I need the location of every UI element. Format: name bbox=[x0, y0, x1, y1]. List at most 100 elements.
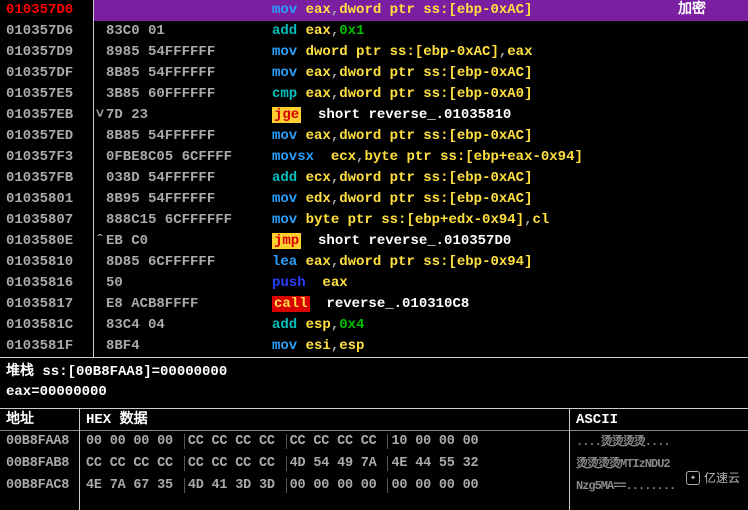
address-cell: 01035817 bbox=[0, 294, 94, 315]
address-cell: 010357D0 bbox=[0, 0, 94, 21]
instruction-cell: mov eax,dword ptr ss:[ebp-0xAC] bbox=[270, 126, 672, 147]
flow-arrow-icon bbox=[94, 168, 106, 189]
disasm-row[interactable]: 010357D6 83C0 01add eax,0x1 bbox=[0, 21, 748, 42]
operand-sp: , bbox=[499, 44, 507, 60]
bytes-cell: 0FBE8C05 6CFFFF bbox=[106, 147, 270, 168]
operand-sp bbox=[310, 107, 318, 123]
operand-reg: eax bbox=[306, 2, 331, 18]
operand-reg: esp bbox=[339, 338, 364, 354]
flow-arrow-icon bbox=[94, 189, 106, 210]
mnemonic: cmp bbox=[272, 86, 297, 102]
mnemonic: add bbox=[272, 23, 297, 39]
operand-lbl: reverse_.010310C8 bbox=[326, 296, 469, 312]
operand-reg: eax bbox=[306, 65, 331, 81]
operand-reg: edx bbox=[306, 191, 331, 207]
mnemonic: mov bbox=[272, 128, 297, 144]
operand-imm: 0x1 bbox=[339, 23, 364, 39]
stack-pane[interactable]: 堆栈 ss:[00B8FAA8]=00000000 eax=00000000 bbox=[0, 358, 748, 408]
mnemonic: jmp bbox=[272, 233, 301, 249]
memory-dump-pane[interactable]: 地址 00B8FAA800B8FAB800B8FAC8 HEX 数据 00 00… bbox=[0, 408, 748, 510]
dump-ascii-column: ASCII ....烫烫烫烫....烫烫烫烫MTIzNDU2Nzg5MA==..… bbox=[570, 409, 748, 510]
dump-header-ascii: ASCII bbox=[570, 409, 748, 431]
instruction-cell: mov eax,dword ptr ss:[ebp-0xAC] bbox=[270, 63, 672, 84]
disasm-row[interactable]: 01035817 E8 ACB8FFFFcall reverse_.010310… bbox=[0, 294, 748, 315]
operand-mem: byte ptr ss:[ebp+edx-0x94] bbox=[306, 212, 524, 228]
dump-header-hex: HEX 数据 bbox=[80, 409, 569, 431]
operand-reg: ecx bbox=[331, 149, 356, 165]
operand-mem: dword ptr ss:[ebp-0xAC] bbox=[339, 65, 532, 81]
annotation-cell bbox=[672, 84, 748, 105]
instruction-cell: cmp eax,dword ptr ss:[ebp-0xA0] bbox=[270, 84, 672, 105]
dump-address-column: 地址 00B8FAA800B8FAB800B8FAC8 bbox=[0, 409, 80, 510]
dump-address: 00B8FAB8 bbox=[0, 453, 79, 475]
annotation-cell bbox=[672, 147, 748, 168]
disasm-row[interactable]: 010357FB 038D 54FFFFFFadd ecx,dword ptr … bbox=[0, 168, 748, 189]
mnemonic: jge bbox=[272, 107, 301, 123]
bytes-cell: 3B85 60FFFFFF bbox=[106, 84, 270, 105]
flow-arrow-icon bbox=[94, 252, 106, 273]
disasm-row[interactable]: 010357F3 0FBE8C05 6CFFFFmovsx ecx,byte p… bbox=[0, 147, 748, 168]
address-cell: 010357F3 bbox=[0, 147, 94, 168]
disasm-row[interactable]: 01035807 888C15 6CFFFFFFmov byte ptr ss:… bbox=[0, 210, 748, 231]
annotation-cell bbox=[672, 252, 748, 273]
bytes-cell: E8 ACB8FFFF bbox=[106, 294, 270, 315]
flow-arrow-icon bbox=[94, 126, 106, 147]
operand-reg: eax bbox=[306, 86, 331, 102]
operand-mem: dword ptr ss:[ebp-0xAC] bbox=[339, 128, 532, 144]
stack-line: eax=00000000 bbox=[6, 382, 742, 402]
address-cell: 0103580E bbox=[0, 231, 94, 252]
operand-mem: dword ptr ss:[ebp-0x94] bbox=[339, 254, 532, 270]
disasm-row[interactable]: 0103581C 83C4 04add esp,0x4 bbox=[0, 315, 748, 336]
operand-mem: dword ptr ss:[ebp-0xAC] bbox=[339, 191, 532, 207]
flow-arrow-icon bbox=[94, 315, 106, 336]
bytes-cell: 8D85 6CFFFFFF bbox=[106, 252, 270, 273]
dump-address: 00B8FAC8 bbox=[0, 475, 79, 497]
operand-sp: , bbox=[331, 128, 339, 144]
bytes-cell: 83C4 04 bbox=[106, 315, 270, 336]
flow-arrow-icon bbox=[94, 63, 106, 84]
address-cell: 01035816 bbox=[0, 273, 94, 294]
disassembly-pane[interactable]: 010357D0 8B85 54FFFFFFmov eax,dword ptr … bbox=[0, 0, 748, 357]
annotation-cell bbox=[672, 315, 748, 336]
bytes-cell: 038D 54FFFFFF bbox=[106, 168, 270, 189]
address-cell: 0103581F bbox=[0, 336, 94, 357]
dump-hex-column: HEX 数据 00 00 00 00 CC CC CC CC CC CC CC … bbox=[80, 409, 570, 510]
mnemonic: mov bbox=[272, 191, 297, 207]
operand-reg: ecx bbox=[306, 170, 331, 186]
disasm-row[interactable]: 010357EB˅7D 23jge short reverse_.0103581… bbox=[0, 105, 748, 126]
address-cell: 01035810 bbox=[0, 252, 94, 273]
annotation-cell bbox=[672, 294, 748, 315]
instruction-cell: mov dword ptr ss:[ebp-0xAC],eax bbox=[270, 42, 672, 63]
mnemonic: add bbox=[272, 317, 297, 333]
instruction-cell: jge short reverse_.01035810 bbox=[270, 105, 672, 126]
operand-reg: esp bbox=[306, 317, 331, 333]
disasm-row[interactable]: 010357D9 8985 54FFFFFFmov dword ptr ss:[… bbox=[0, 42, 748, 63]
annotation-cell bbox=[672, 126, 748, 147]
disasm-row[interactable]: 01035801 8B95 54FFFFFFmov edx,dword ptr … bbox=[0, 189, 748, 210]
disasm-row[interactable]: 01035810 8D85 6CFFFFFFlea eax,dword ptr … bbox=[0, 252, 748, 273]
disasm-row[interactable]: 0103581F 8BF4mov esi,esp bbox=[0, 336, 748, 357]
disasm-row[interactable]: 010357E5 3B85 60FFFFFFcmp eax,dword ptr … bbox=[0, 84, 748, 105]
operand-reg: esi bbox=[306, 338, 331, 354]
disasm-row[interactable]: 0103580EˆEB C0jmp short reverse_.010357D… bbox=[0, 231, 748, 252]
dump-hex-row: CC CC CC CC CC CC CC CC 4D 54 49 7A 4E 4… bbox=[80, 453, 569, 475]
flow-arrow-icon bbox=[94, 273, 106, 294]
bytes-cell: 8985 54FFFFFF bbox=[106, 42, 270, 63]
dump-address: 00B8FAA8 bbox=[0, 431, 79, 453]
instruction-cell: push eax bbox=[270, 273, 672, 294]
annotation-cell bbox=[672, 105, 748, 126]
disasm-row[interactable]: 01035816 50push eax bbox=[0, 273, 748, 294]
operand-reg: eax bbox=[322, 275, 347, 291]
instruction-cell: lea eax,dword ptr ss:[ebp-0x94] bbox=[270, 252, 672, 273]
annotation-cell: 加密 bbox=[672, 0, 748, 21]
annotation-cell bbox=[672, 168, 748, 189]
disasm-row[interactable]: 010357DF 8B85 54FFFFFFmov eax,dword ptr … bbox=[0, 63, 748, 84]
address-cell: 0103581C bbox=[0, 315, 94, 336]
flow-arrow-icon bbox=[94, 294, 106, 315]
instruction-cell: mov edx,dword ptr ss:[ebp-0xAC] bbox=[270, 189, 672, 210]
address-cell: 010357EB bbox=[0, 105, 94, 126]
disasm-row[interactable]: 010357ED 8B85 54FFFFFFmov eax,dword ptr … bbox=[0, 126, 748, 147]
disasm-row[interactable]: 010357D0 8B85 54FFFFFFmov eax,dword ptr … bbox=[0, 0, 748, 21]
mnemonic: call bbox=[272, 296, 310, 312]
annotation-cell bbox=[672, 21, 748, 42]
